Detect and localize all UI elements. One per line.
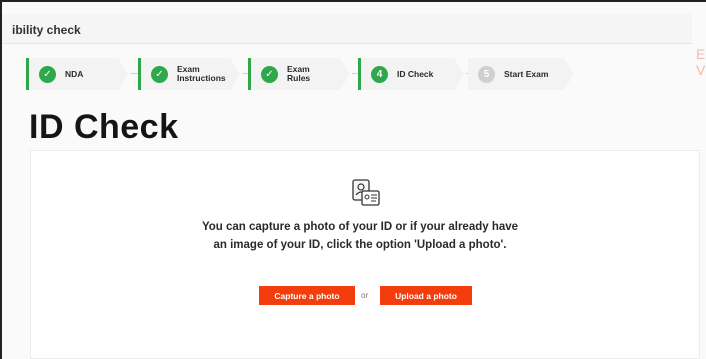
instruction-line-2: an image of your ID, click the option 'U… <box>213 239 507 251</box>
upload-photo-button[interactable]: Upload a photo <box>380 286 472 305</box>
page-title: ID Check <box>29 108 179 146</box>
step-label: Exam Rules <box>287 64 311 83</box>
decorative-corner-mark: EV <box>696 46 706 78</box>
step-arrow <box>340 58 350 90</box>
check-icon: ✓ <box>151 65 168 83</box>
step-exam-instructions[interactable]: ✓ Exam Instructions <box>138 58 230 90</box>
header-title: ibility check <box>12 23 81 37</box>
capture-photo-button[interactable]: Capture a photo <box>259 286 355 305</box>
instruction-line-1: You can capture a photo of your ID or if… <box>201 221 519 233</box>
instruction-text: You can capture a photo of your ID or if… <box>170 218 550 254</box>
step-nda[interactable]: ✓ NDA <box>26 58 118 90</box>
step-number-badge: 4 <box>371 65 388 83</box>
id-card-icon <box>352 179 380 206</box>
check-icon: ✓ <box>39 65 56 83</box>
step-arrow <box>564 58 574 90</box>
step-connector <box>130 73 138 74</box>
step-exam-rules[interactable]: ✓ Exam Rules <box>248 58 340 90</box>
step-label: NDA <box>65 68 84 79</box>
step-label: ID Check <box>397 68 434 79</box>
step-arrow <box>118 58 128 90</box>
step-label: Start Exam <box>504 68 549 79</box>
step-start-exam[interactable]: 5 Start Exam <box>468 58 564 90</box>
step-number-badge: 5 <box>478 65 495 83</box>
step-id-check[interactable]: 4 ID Check <box>358 58 454 90</box>
check-icon: ✓ <box>261 65 278 83</box>
step-arrow <box>454 58 464 90</box>
or-separator: or <box>361 291 369 300</box>
step-progress: ✓ NDA ✓ Exam Instructions ✓ Exam Rules 4… <box>26 58 586 90</box>
step-arrow <box>230 58 240 90</box>
step-label: Exam Instructions <box>177 64 226 83</box>
top-bar: ibility check <box>2 14 692 44</box>
